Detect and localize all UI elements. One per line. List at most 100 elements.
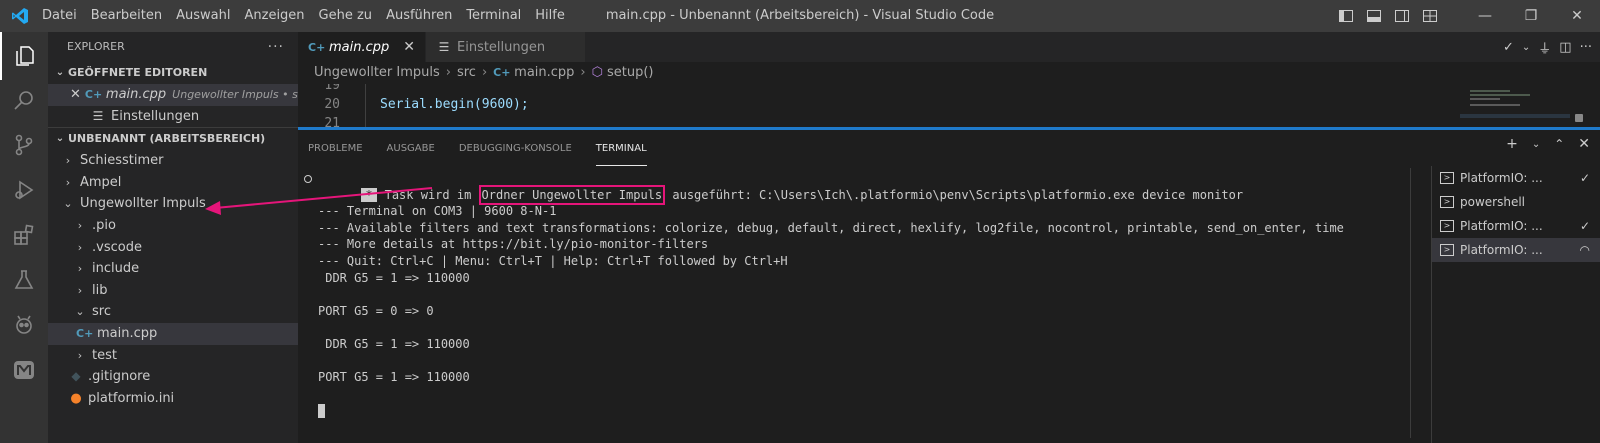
menu-anzeigen[interactable]: Anzeigen <box>237 0 311 32</box>
cpp-file-icon: C+ <box>84 88 103 101</box>
chevron-right-icon: › <box>580 65 586 80</box>
line-number: 20 <box>324 97 340 112</box>
explorer-header: EXPLORER ··· <box>48 32 298 62</box>
toggle-panel-icon[interactable] <box>1364 8 1384 24</box>
bottom-panel: PROBLEME AUSGABE DEBUGGING-KONSOLE TERMI… <box>298 127 1600 443</box>
tree-item-test[interactable]: › test <box>48 345 298 367</box>
tab-einstellungen[interactable]: ☰ Einstellungen <box>426 32 587 62</box>
more-actions-icon[interactable]: ··· <box>268 32 284 62</box>
minimap[interactable] <box>1460 84 1570 127</box>
tab-main-cpp[interactable]: C+ main.cpp ✕ <box>298 32 426 62</box>
close-panel-icon[interactable]: ✕ <box>1578 136 1590 152</box>
terminal-task-line: * Task wird im Ordner Ungewollter Impuls … <box>304 170 1418 205</box>
restore-icon[interactable]: ❐ <box>1508 0 1554 32</box>
terminal-cursor-line <box>318 402 1418 419</box>
platformio-icon[interactable] <box>0 301 48 349</box>
terminal-list-label: PlatformIO: ... <box>1460 219 1543 233</box>
tab-terminal[interactable]: TERMINAL <box>595 130 647 166</box>
plug-icon[interactable]: ⏚ <box>1538 38 1551 57</box>
checkmark-icon[interactable]: ✓ <box>1503 40 1514 55</box>
tab-probleme[interactable]: PROBLEME <box>308 130 363 166</box>
tree-item-schiesstimer[interactable]: › Schiesstimer <box>48 150 298 172</box>
tree-item-gitignore[interactable]: ◆ .gitignore <box>48 366 298 388</box>
open-editors-section[interactable]: ⌄ GEÖFFNETE EDITOREN <box>48 62 298 84</box>
open-editor-einstellungen[interactable]: ☰ Einstellungen <box>48 106 298 128</box>
terminal-list-item[interactable]: > PlatformIO: ... ✓ <box>1432 166 1600 190</box>
code-view[interactable]: 19 20 21 Serial.begin(9600); <box>298 84 1438 127</box>
tree-item-main-cpp[interactable]: C+ main.cpp <box>48 322 298 345</box>
tree-item-label: Ungewollter Impuls <box>80 196 206 212</box>
tree-item-platformio-ini[interactable]: ● platformio.ini <box>48 388 298 410</box>
tab-label: Einstellungen <box>457 39 546 55</box>
menu-bearbeiten[interactable]: Bearbeiten <box>84 0 169 32</box>
tree-item-vscode[interactable]: › .vscode <box>48 237 298 259</box>
breadcrumb-symbol[interactable]: setup() <box>607 62 654 84</box>
chevron-right-icon: › <box>65 154 71 168</box>
settings-file-icon: ☰ <box>438 40 450 54</box>
terminal-list-item[interactable]: > PlatformIO: ... ◠ <box>1432 238 1600 262</box>
tree-item-label: platformio.ini <box>88 390 175 406</box>
tree-item-lib[interactable]: › lib <box>48 280 298 302</box>
terminal-line: PORT G5 = 0 => 0 <box>318 303 434 318</box>
chevron-down-icon[interactable]: ⌄ <box>1532 139 1540 150</box>
breadcrumb-folder[interactable]: Ungewollter Impuls <box>314 62 440 84</box>
explorer-icon[interactable] <box>0 32 48 80</box>
task-star: * <box>361 187 377 202</box>
split-editor-icon[interactable]: ◫ <box>1559 40 1571 55</box>
close-window-icon[interactable]: ✕ <box>1554 0 1600 32</box>
terminal-output[interactable]: * Task wird im Ordner Ungewollter Impuls … <box>304 170 1418 419</box>
terminal-line: DDR G5 = 1 => 110000 <box>318 336 470 351</box>
open-editor-label: Einstellungen <box>111 108 200 124</box>
chevron-down-icon[interactable]: ⌄ <box>1522 42 1530 53</box>
terminal-list-item[interactable]: > powershell <box>1432 190 1600 214</box>
close-editor-icon[interactable]: ✕ <box>70 84 81 106</box>
customize-layout-icon[interactable] <box>1420 8 1440 24</box>
menu-hilfe[interactable]: Hilfe <box>528 0 572 32</box>
search-icon[interactable] <box>0 76 48 124</box>
explorer-title: EXPLORER <box>67 40 125 53</box>
run-debug-icon[interactable] <box>0 166 48 214</box>
tree-item-label: .pio <box>92 217 116 233</box>
tree-item-src[interactable]: ⌄ src <box>48 301 298 323</box>
new-terminal-icon[interactable]: + <box>1506 136 1518 152</box>
window-title: main.cpp - Unbenannt (Arbeitsbereich) - … <box>605 8 995 23</box>
minimize-icon[interactable]: — <box>1462 0 1508 32</box>
check-icon: ✓ <box>1579 219 1590 233</box>
m-icon[interactable] <box>0 346 48 394</box>
toggle-sidebar-icon[interactable] <box>1336 8 1356 24</box>
testing-icon[interactable] <box>0 256 48 304</box>
toggle-secondary-sidebar-icon[interactable] <box>1392 8 1412 24</box>
extensions-icon[interactable] <box>0 211 48 259</box>
highlighted-folder: Ordner Ungewollter Impuls <box>478 184 666 205</box>
tree-item-ungewollter-impuls[interactable]: ⌄ Ungewollter Impuls <box>48 193 298 215</box>
menu-auswahl[interactable]: Auswahl <box>169 0 237 32</box>
source-control-icon[interactable] <box>0 121 48 169</box>
menu-ausfuehren[interactable]: Ausführen <box>379 0 459 32</box>
tab-ausgabe[interactable]: AUSGABE <box>387 130 435 166</box>
menu-terminal[interactable]: Terminal <box>459 0 528 32</box>
terminal-list: > PlatformIO: ... ✓ > powershell > Platf… <box>1431 166 1600 443</box>
tree-item-ampel[interactable]: › Ampel <box>48 172 298 194</box>
breadcrumb-file[interactable]: main.cpp <box>514 62 574 84</box>
tree-item-label: src <box>92 304 111 320</box>
terminal-list-item[interactable]: > PlatformIO: ... ✓ <box>1432 214 1600 238</box>
terminal-list-label: PlatformIO: ... <box>1460 243 1543 257</box>
tree-item-label: Schiesstimer <box>80 153 164 169</box>
more-actions-icon[interactable]: ··· <box>1580 40 1592 55</box>
terminal-scrollbar[interactable] <box>1410 166 1422 443</box>
tree-item-label: main.cpp <box>97 325 158 341</box>
workspace-section[interactable]: ⌄ UNBENANNT (ARBEITSBEREICH) <box>48 128 298 150</box>
tree-item-include[interactable]: › include <box>48 258 298 280</box>
close-tab-icon[interactable]: ✕ <box>403 39 415 55</box>
menu-datei[interactable]: Datei <box>35 0 84 32</box>
breadcrumb-src[interactable]: src <box>457 62 476 84</box>
terminal-list-label: PlatformIO: ... <box>1460 171 1543 185</box>
tree-item-pio[interactable]: › .pio <box>48 215 298 237</box>
editor-scrollbar[interactable] <box>1572 84 1586 127</box>
tab-debugging-konsole[interactable]: DEBUGGING-KONSOLE <box>459 130 572 166</box>
code-line-20[interactable]: Serial.begin(9600); <box>380 97 529 112</box>
open-editor-main-cpp[interactable]: ✕ C+ main.cpp Ungewollter Impuls • src <box>48 84 298 106</box>
maximize-panel-icon[interactable]: ⌃ <box>1554 137 1564 151</box>
menu-gehe-zu[interactable]: Gehe zu <box>312 0 380 32</box>
